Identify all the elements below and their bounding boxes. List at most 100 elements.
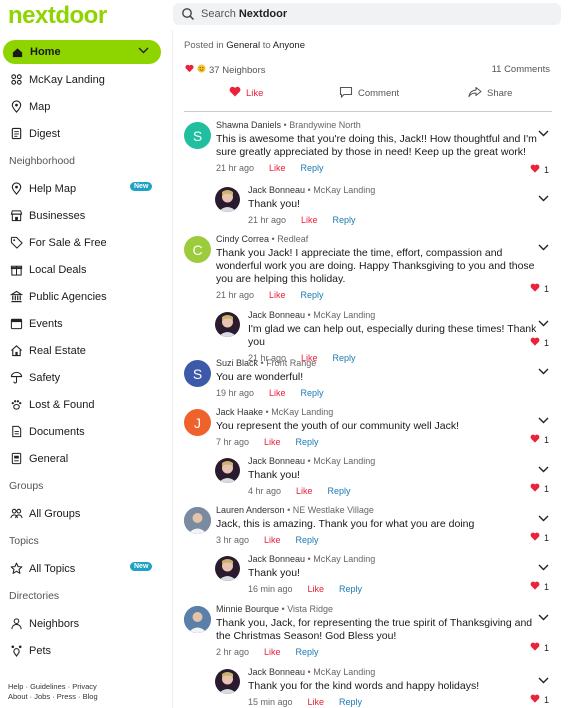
- sidebar-item-safety[interactable]: Safety: [0, 364, 172, 391]
- author-neighborhood[interactable]: McKay Landing: [313, 185, 375, 195]
- author-neighborhood[interactable]: Brandywine North: [289, 120, 361, 130]
- sidebar-item-all-topics[interactable]: All Topics New: [0, 555, 172, 582]
- author-neighborhood[interactable]: McKay Landing: [313, 310, 375, 320]
- comment-reply-button[interactable]: Reply: [296, 647, 319, 657]
- comment-like-count[interactable]: 1: [530, 283, 549, 294]
- sidebar-item-documents[interactable]: Documents: [0, 418, 172, 445]
- comment-reply-button[interactable]: Reply: [301, 388, 324, 398]
- posted-to-link[interactable]: Anyone: [273, 40, 305, 51]
- sidebar-item-all-groups[interactable]: All Groups: [0, 500, 172, 527]
- sidebar-item-events[interactable]: Events: [0, 310, 172, 337]
- author-name[interactable]: Cindy Correa: [216, 234, 269, 244]
- comment-like-count[interactable]: 1: [530, 642, 549, 653]
- comment-like-button[interactable]: Like: [301, 215, 318, 225]
- author-neighborhood[interactable]: Redleaf: [277, 234, 308, 244]
- comment-like-count[interactable]: 1: [530, 164, 549, 175]
- comment-menu-chevron-icon[interactable]: [538, 362, 549, 380]
- avatar[interactable]: [215, 312, 240, 337]
- sidebar-item-local-deals[interactable]: Local Deals: [0, 256, 172, 283]
- comment-reply-button[interactable]: Reply: [301, 290, 324, 300]
- comment-like-count[interactable]: 1: [530, 483, 549, 494]
- like-button[interactable]: Like: [229, 86, 263, 100]
- sidebar-item-neighbors[interactable]: Neighbors: [0, 610, 172, 637]
- footer-line-2[interactable]: About · Jobs · Press · Blog: [8, 692, 168, 702]
- author-name[interactable]: Jack Bonneau: [248, 667, 305, 677]
- comment-menu-chevron-icon[interactable]: [538, 608, 549, 626]
- avatar[interactable]: [184, 507, 211, 534]
- comment-menu-chevron-icon[interactable]: [538, 509, 549, 527]
- comment-reply-button[interactable]: Reply: [339, 697, 362, 707]
- author-neighborhood[interactable]: McKay Landing: [313, 456, 375, 466]
- author-neighborhood[interactable]: McKay Landing: [271, 407, 333, 417]
- author-name[interactable]: Shawna Daniels: [216, 120, 281, 130]
- search-input[interactable]: Search Nextdoor: [173, 3, 561, 25]
- comment-like-count[interactable]: 1: [530, 532, 549, 543]
- sidebar-item-help-map[interactable]: Help Map New: [0, 175, 172, 202]
- comment-reply-button[interactable]: Reply: [333, 215, 356, 225]
- comment-reply-button[interactable]: Reply: [328, 486, 351, 496]
- comment-like-button[interactable]: Like: [264, 535, 281, 545]
- comment-button[interactable]: Comment: [339, 86, 399, 101]
- sidebar-item-lost-found[interactable]: Lost & Found: [0, 391, 172, 418]
- footer-line-1[interactable]: Help · Guidelines · Privacy: [8, 682, 168, 692]
- avatar[interactable]: [215, 458, 240, 483]
- comment-menu-chevron-icon[interactable]: [538, 671, 549, 689]
- avatar[interactable]: [215, 556, 240, 581]
- author-neighborhood[interactable]: McKay Landing: [313, 554, 375, 564]
- avatar[interactable]: [215, 187, 240, 212]
- comment-menu-chevron-icon[interactable]: [538, 411, 549, 429]
- comment-menu-chevron-icon[interactable]: [538, 189, 549, 207]
- avatar[interactable]: S: [184, 122, 211, 149]
- comment-like-count[interactable]: 1: [530, 581, 549, 592]
- comment-menu-chevron-icon[interactable]: [538, 238, 549, 256]
- sidebar-item-digest[interactable]: Digest: [0, 120, 172, 147]
- comment-menu-chevron-icon[interactable]: [538, 314, 549, 332]
- sidebar-item-for-sale-free[interactable]: For Sale & Free: [0, 229, 172, 256]
- author-name[interactable]: Jack Bonneau: [248, 185, 305, 195]
- sidebar-item-real-estate[interactable]: Real Estate: [0, 337, 172, 364]
- avatar[interactable]: C: [184, 236, 211, 263]
- sidebar-item-pets[interactable]: Pets: [0, 637, 172, 664]
- comment-menu-chevron-icon[interactable]: [538, 124, 549, 142]
- posted-in-link[interactable]: General: [226, 40, 260, 51]
- author-name[interactable]: Minnie Bourque: [216, 604, 279, 614]
- author-name[interactable]: Suzi Black: [216, 358, 258, 368]
- comment-like-count[interactable]: 1: [530, 694, 549, 705]
- avatar[interactable]: J: [184, 409, 211, 436]
- author-neighborhood[interactable]: NE Westlake Village: [293, 505, 374, 515]
- author-neighborhood[interactable]: Front Range: [266, 358, 316, 368]
- comment-like-count[interactable]: 1: [530, 337, 549, 348]
- comment-menu-chevron-icon[interactable]: [538, 558, 549, 576]
- sidebar-item-businesses[interactable]: Businesses: [0, 202, 172, 229]
- comment-like-button[interactable]: Like: [269, 290, 286, 300]
- author-name[interactable]: Jack Bonneau: [248, 456, 305, 466]
- footer-links[interactable]: Help · Guidelines · Privacy About · Jobs…: [8, 682, 168, 702]
- sidebar-item-general[interactable]: General: [0, 445, 172, 472]
- comment-like-button[interactable]: Like: [264, 647, 281, 657]
- comment-like-button[interactable]: Like: [264, 437, 281, 447]
- comment-reply-button[interactable]: Reply: [301, 163, 324, 173]
- reactions-summary[interactable]: 37 Neighbors: [185, 64, 266, 76]
- author-name[interactable]: Lauren Anderson: [216, 505, 285, 515]
- comment-like-count[interactable]: 1: [530, 434, 549, 445]
- chevron-down-icon[interactable]: [138, 45, 149, 57]
- nextdoor-logo[interactable]: nextdoor: [8, 2, 107, 30]
- comment-reply-button[interactable]: Reply: [296, 535, 319, 545]
- comment-like-button[interactable]: Like: [296, 486, 313, 496]
- comment-like-button[interactable]: Like: [269, 163, 286, 173]
- comment-like-button[interactable]: Like: [308, 584, 325, 594]
- comment-reply-button[interactable]: Reply: [339, 584, 362, 594]
- avatar[interactable]: S: [184, 360, 211, 387]
- share-button[interactable]: Share: [468, 86, 512, 101]
- author-name[interactable]: Jack Bonneau: [248, 310, 305, 320]
- comment-like-button[interactable]: Like: [269, 388, 286, 398]
- sidebar-item-home[interactable]: Home: [3, 40, 161, 64]
- comment-menu-chevron-icon[interactable]: [538, 460, 549, 478]
- sidebar-item-public-agencies[interactable]: Public Agencies: [0, 283, 172, 310]
- author-name[interactable]: Jack Haake: [216, 407, 263, 417]
- sidebar-item-mckay-landing[interactable]: McKay Landing: [0, 66, 172, 93]
- author-neighborhood[interactable]: McKay Landing: [313, 667, 375, 677]
- comment-reply-button[interactable]: Reply: [296, 437, 319, 447]
- avatar[interactable]: [184, 606, 211, 633]
- author-name[interactable]: Jack Bonneau: [248, 554, 305, 564]
